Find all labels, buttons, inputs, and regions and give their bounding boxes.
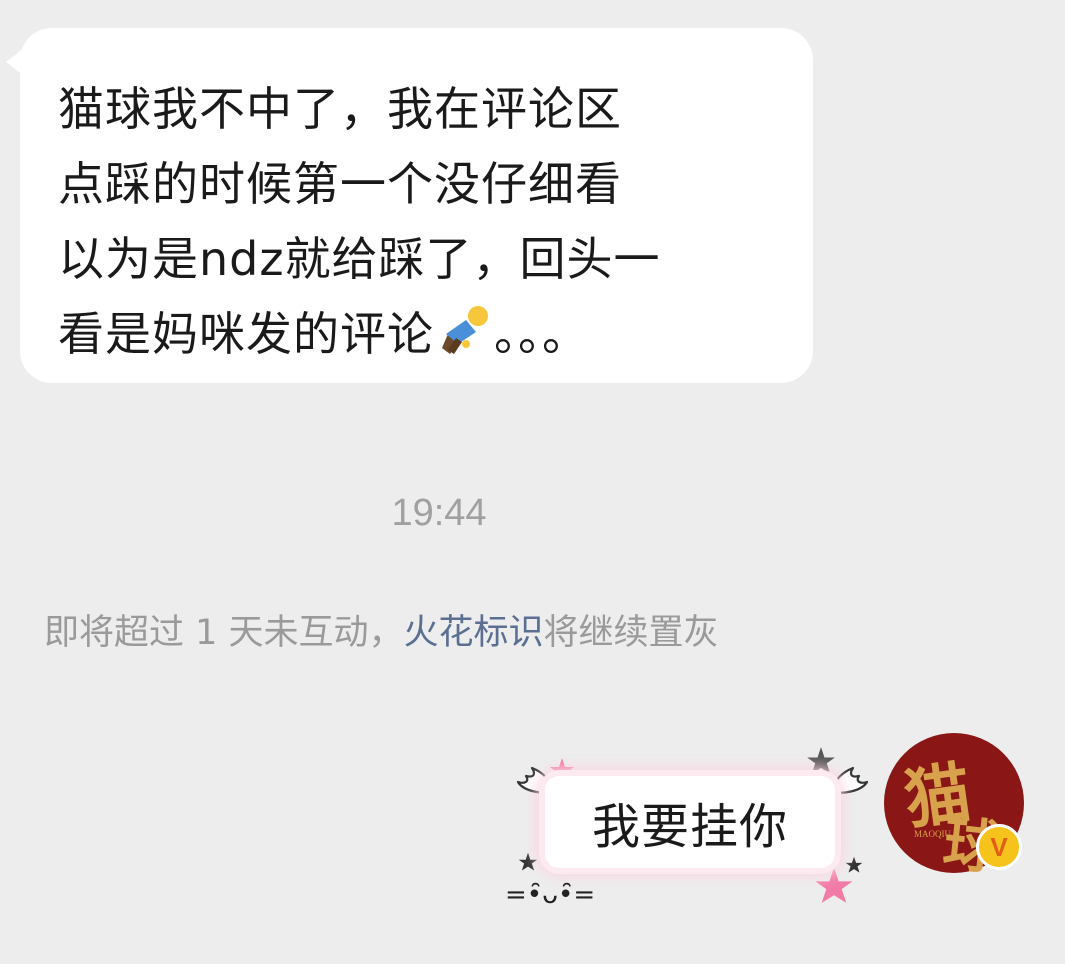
notice-prefix: 即将超过 1 天未互动， xyxy=(44,613,404,653)
message-line-1: 猫球我不中了，我在评论区 xyxy=(58,82,622,136)
small-star-icon xyxy=(518,852,538,871)
avatar-small-text: MAOQIU xyxy=(914,829,951,839)
gray-star-icon xyxy=(807,747,835,774)
notice-suffix: 将继续置灰 xyxy=(543,613,719,653)
outgoing-message-text: 我要挂你 xyxy=(591,799,788,855)
person-lying-down-emoji xyxy=(436,303,492,378)
message-line-4: 看是妈咪发的评论 。。。 xyxy=(58,297,793,378)
spark-badge-link[interactable]: 火花标识 xyxy=(404,613,544,653)
message-timestamp: 19:44 xyxy=(391,492,487,534)
message-line-4-text: 看是妈咪发的评论 xyxy=(58,307,434,361)
kaomoji-decoration: =•̑ᴗ•̑= xyxy=(505,880,596,910)
message-line-2: 点踩的时候第一个没仔细看 xyxy=(58,157,622,211)
incoming-message-bubble[interactable]: 猫球我不中了，我在评论区 点踩的时候第一个没仔细看 以为是ndz就给踩了，回头一… xyxy=(6,28,813,383)
outgoing-message-bubble[interactable]: 我要挂你 xyxy=(545,776,835,868)
message-line-4-suffix: 。。。 xyxy=(494,307,589,361)
message-line-3: 以为是ndz就给踩了，回头一 xyxy=(58,232,661,286)
bubble-tail xyxy=(6,48,24,76)
pink-star-large-icon xyxy=(815,867,853,903)
spark-notice: 即将超过 1 天未互动，火花标识将继续置灰 xyxy=(44,604,719,655)
verified-badge-icon: V xyxy=(976,824,1022,870)
